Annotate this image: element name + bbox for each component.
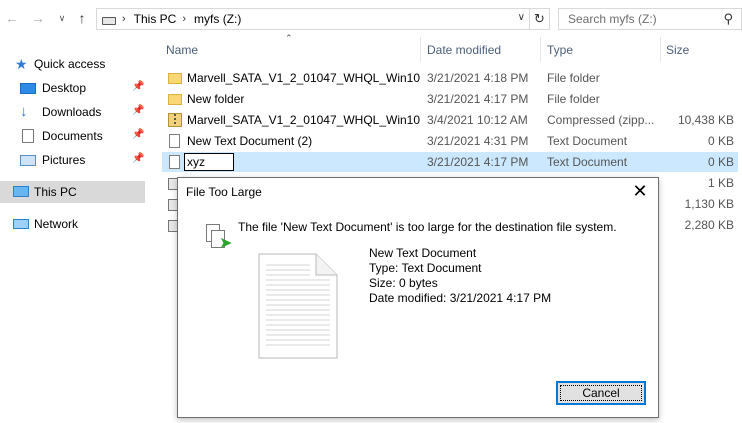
file-name: New folder [187,92,245,106]
nav-item-desktop[interactable]: Desktop 📌 [0,77,148,99]
document-thumbnail-icon [258,253,338,359]
file-size: 1,130 KB [684,197,734,211]
file-row[interactable]: New folder 3/21/2021 4:17 PM File folder [162,89,738,109]
file-size: 10,438 KB [677,113,734,127]
folder-icon [168,73,182,84]
file-info: New Text Document Type: Text Document Si… [369,246,551,306]
refresh-icon[interactable]: ↻ [530,8,550,30]
nav-item-label: Desktop [42,81,87,95]
forward-arrow-icon[interactable]: → [30,9,46,27]
search-icon: ⚲ [723,11,733,26]
drive-icon [102,17,116,25]
column-header-name[interactable]: Name [160,37,420,62]
file-info-type: Type: Text Document [369,261,482,275]
file-type: File folder [547,71,600,85]
file-date: 3/21/2021 4:17 PM [427,92,529,106]
text-file-icon [169,134,180,148]
nav-item-this-pc[interactable]: This PC [0,181,145,203]
cancel-button[interactable]: Cancel [556,381,646,405]
column-header-date-modified[interactable]: Date modified [421,37,539,62]
pin-icon: 📌 [132,105,145,116]
address-bar[interactable]: › This PC › myfs (Z:) ∨ [96,8,530,30]
nav-item-label: Pictures [42,153,86,167]
file-type: Text Document [547,155,628,169]
file-size: 2,280 KB [684,218,734,232]
nav-item-quick-access[interactable]: ★ Quick access [0,53,148,75]
file-type: Text Document [547,134,628,148]
dialog-message: The file 'New Text Document' is too larg… [238,220,617,234]
up-arrow-icon[interactable]: ↑ [74,9,90,27]
file-date: 3/4/2021 10:12 AM [427,113,528,127]
breadcrumb-drive[interactable]: myfs (Z:) [194,12,241,26]
file-name: Marvell_SATA_V1_2_01047_WHQL_Win10 [187,71,421,85]
close-icon[interactable]: ✕ [630,181,650,201]
address-dropdown-icon[interactable]: ∨ [518,12,525,23]
file-row[interactable]: Marvell_SATA_V1_2_01047_WHQL_Win10 3/4/2… [162,110,738,130]
file-size: 1 KB [707,176,734,190]
download-icon: ↓ [20,103,28,120]
file-name: Marvell_SATA_V1_2_01047_WHQL_Win10 [187,113,421,127]
nav-item-label: Quick access [34,57,106,71]
back-arrow-icon[interactable]: ← [4,9,20,27]
pin-icon: 📌 [132,129,145,140]
navigation-pane: ★ Quick access Desktop 📌 ↓ Downloads 📌 D… [0,37,148,423]
file-row-selected[interactable]: xyz 3/21/2021 4:17 PM Text Document 0 KB [162,152,738,172]
nav-item-label: This PC [34,185,77,199]
dialog-body: ➤ The file 'New Text Document' is too la… [178,206,658,417]
file-name: New Text Document (2) [187,134,313,148]
breadcrumb-separator-icon: › [182,13,187,25]
file-row[interactable]: New Text Document (2) 3/21/2021 4:31 PM … [162,131,738,151]
column-header-type[interactable]: Type [541,37,661,62]
folder-icon [168,94,182,105]
file-size: 0 KB [707,155,734,169]
file-copy-icon: ➤ [206,224,232,254]
dialog-title: File Too Large [186,185,262,199]
network-icon [13,219,29,229]
nav-item-documents[interactable]: Documents 📌 [0,125,148,147]
desktop-icon [20,83,36,94]
documents-icon [22,129,34,143]
pin-icon: 📌 [132,153,145,164]
address-bar-row: ← → ∨ ↑ › This PC › myfs (Z:) ∨ ↻ Search… [0,0,742,37]
file-row[interactable]: Marvell_SATA_V1_2_01047_WHQL_Win10 3/21/… [162,68,738,88]
nav-item-label: Network [34,217,79,231]
file-size: 0 KB [707,134,734,148]
file-date: 3/21/2021 4:31 PM [427,134,529,148]
file-info-modified: Date modified: 3/21/2021 4:17 PM [369,291,552,305]
pictures-icon [20,155,36,166]
search-placeholder: Search myfs (Z:) [568,12,657,26]
nav-item-downloads[interactable]: ↓ Downloads 📌 [0,101,148,123]
column-header-size[interactable]: Size [660,37,740,62]
zip-icon [168,113,182,127]
search-input[interactable]: Search myfs (Z:) ⚲ [558,8,742,30]
file-info-size: Size: 0 bytes [369,276,438,290]
text-file-icon [169,155,180,169]
star-icon: ★ [15,56,28,72]
recent-locations-chevron-icon[interactable]: ∨ [54,9,70,27]
computer-icon [13,186,29,197]
file-type: File folder [547,92,600,106]
rename-input[interactable]: xyz [184,153,234,171]
file-too-large-dialog: File Too Large ✕ ➤ The file 'New Text Do… [177,177,659,418]
dialog-title-bar[interactable]: File Too Large ✕ [178,178,658,206]
file-date: 3/21/2021 4:18 PM [427,71,529,85]
breadcrumb-separator-icon: › [122,13,126,25]
file-type: Compressed (zipp... [547,113,655,127]
pin-icon: 📌 [132,81,145,92]
file-date: 3/21/2021 4:17 PM [427,155,529,169]
nav-item-label: Documents [42,129,103,143]
nav-item-pictures[interactable]: Pictures 📌 [0,149,148,171]
breadcrumb-this-pc[interactable]: This PC [134,12,177,26]
nav-item-network[interactable]: Network [0,213,148,235]
nav-item-label: Downloads [42,105,102,119]
file-info-name: New Text Document [369,246,477,260]
